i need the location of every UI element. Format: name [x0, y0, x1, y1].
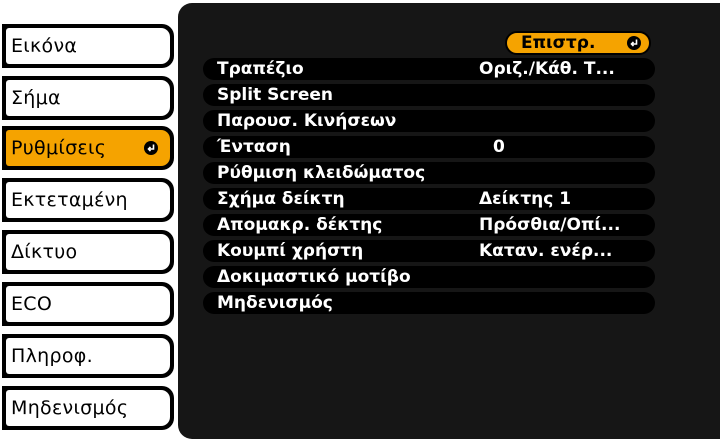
- sidebar-item-info[interactable]: Πληροφ.: [2, 334, 174, 378]
- sidebar-item-label: Πληροφ.: [11, 345, 93, 367]
- setting-row-user-button[interactable]: Κουμπί χρήστη Καταν. ενέρ...: [203, 240, 655, 262]
- sidebar-item-label: Εικόνα: [11, 35, 78, 57]
- setting-row-split-screen[interactable]: Split Screen: [203, 84, 655, 106]
- setting-value: Καταν. ενέρ...: [479, 241, 613, 261]
- setting-row-remote-receiver[interactable]: Απομακρ. δέκτης Πρόσθια/Οπί...: [203, 214, 655, 236]
- main-menu-sidebar: Εικόνα Σήμα Ρυθμίσεις Εκτεταμένη Δίκτυο …: [0, 0, 180, 442]
- setting-label: Μηδενισμός: [217, 293, 333, 313]
- setting-row-reset[interactable]: Μηδενισμός: [203, 292, 655, 314]
- setting-value: Πρόσθια/Οπί...: [479, 215, 621, 235]
- setting-label: Δοκιμαστικό μοτίβο: [217, 267, 411, 287]
- sidebar-item-label: Ρυθμίσεις: [11, 137, 107, 159]
- setting-row-keystone[interactable]: Τραπέζιο Οριζ./Κάθ. Τ...: [203, 58, 655, 80]
- setting-label: Απομακρ. δέκτης: [217, 215, 383, 235]
- sidebar-item-image[interactable]: Εικόνα: [2, 24, 174, 68]
- setting-label: Κουμπί χρήστη: [217, 241, 364, 261]
- sidebar-item-signal[interactable]: Σήμα: [2, 76, 174, 120]
- back-button[interactable]: Επιστρ.: [505, 31, 651, 55]
- projector-osd: Εικόνα Σήμα Ρυθμίσεις Εκτεταμένη Δίκτυο …: [0, 0, 720, 442]
- setting-label: Ένταση: [217, 137, 291, 157]
- setting-row-pointer-shape[interactable]: Σχήμα δείκτη Δείκτης 1: [203, 188, 655, 210]
- setting-value: Οριζ./Κάθ. Τ...: [479, 59, 615, 79]
- sidebar-item-label: Μηδενισμός: [11, 397, 129, 419]
- setting-label: Τραπέζιο: [217, 59, 304, 79]
- sidebar-item-network[interactable]: Δίκτυο: [2, 230, 174, 274]
- sidebar-item-extended[interactable]: Εκτεταμένη: [2, 178, 174, 222]
- sidebar-item-reset[interactable]: Μηδενισμός: [2, 386, 174, 430]
- setting-value: 0: [493, 137, 505, 157]
- sidebar-item-settings[interactable]: Ρυθμίσεις: [2, 126, 174, 170]
- setting-label: Παρουσ. Κινήσεων: [217, 111, 397, 131]
- setting-label: Split Screen: [217, 85, 333, 105]
- setting-value: Δείκτης 1: [479, 189, 572, 209]
- sidebar-item-label: ECO: [11, 293, 53, 315]
- setting-row-motion-presentation[interactable]: Παρουσ. Κινήσεων: [203, 110, 655, 132]
- enter-icon: [627, 36, 641, 50]
- setting-row-volume[interactable]: Ένταση 0: [203, 136, 655, 158]
- sidebar-item-eco[interactable]: ECO: [2, 282, 174, 326]
- sidebar-item-label: Εκτεταμένη: [11, 189, 128, 211]
- setting-row-test-pattern[interactable]: Δοκιμαστικό μοτίβο: [203, 266, 655, 288]
- sidebar-item-label: Σήμα: [11, 87, 61, 109]
- setting-label: Σχήμα δείκτη: [217, 189, 345, 209]
- enter-icon: [144, 141, 158, 155]
- setting-label: Ρύθμιση κλειδώματος: [217, 163, 426, 183]
- setting-row-lock-setting[interactable]: Ρύθμιση κλειδώματος: [203, 162, 655, 184]
- back-button-label: Επιστρ.: [521, 33, 596, 53]
- sidebar-item-label: Δίκτυο: [11, 241, 78, 263]
